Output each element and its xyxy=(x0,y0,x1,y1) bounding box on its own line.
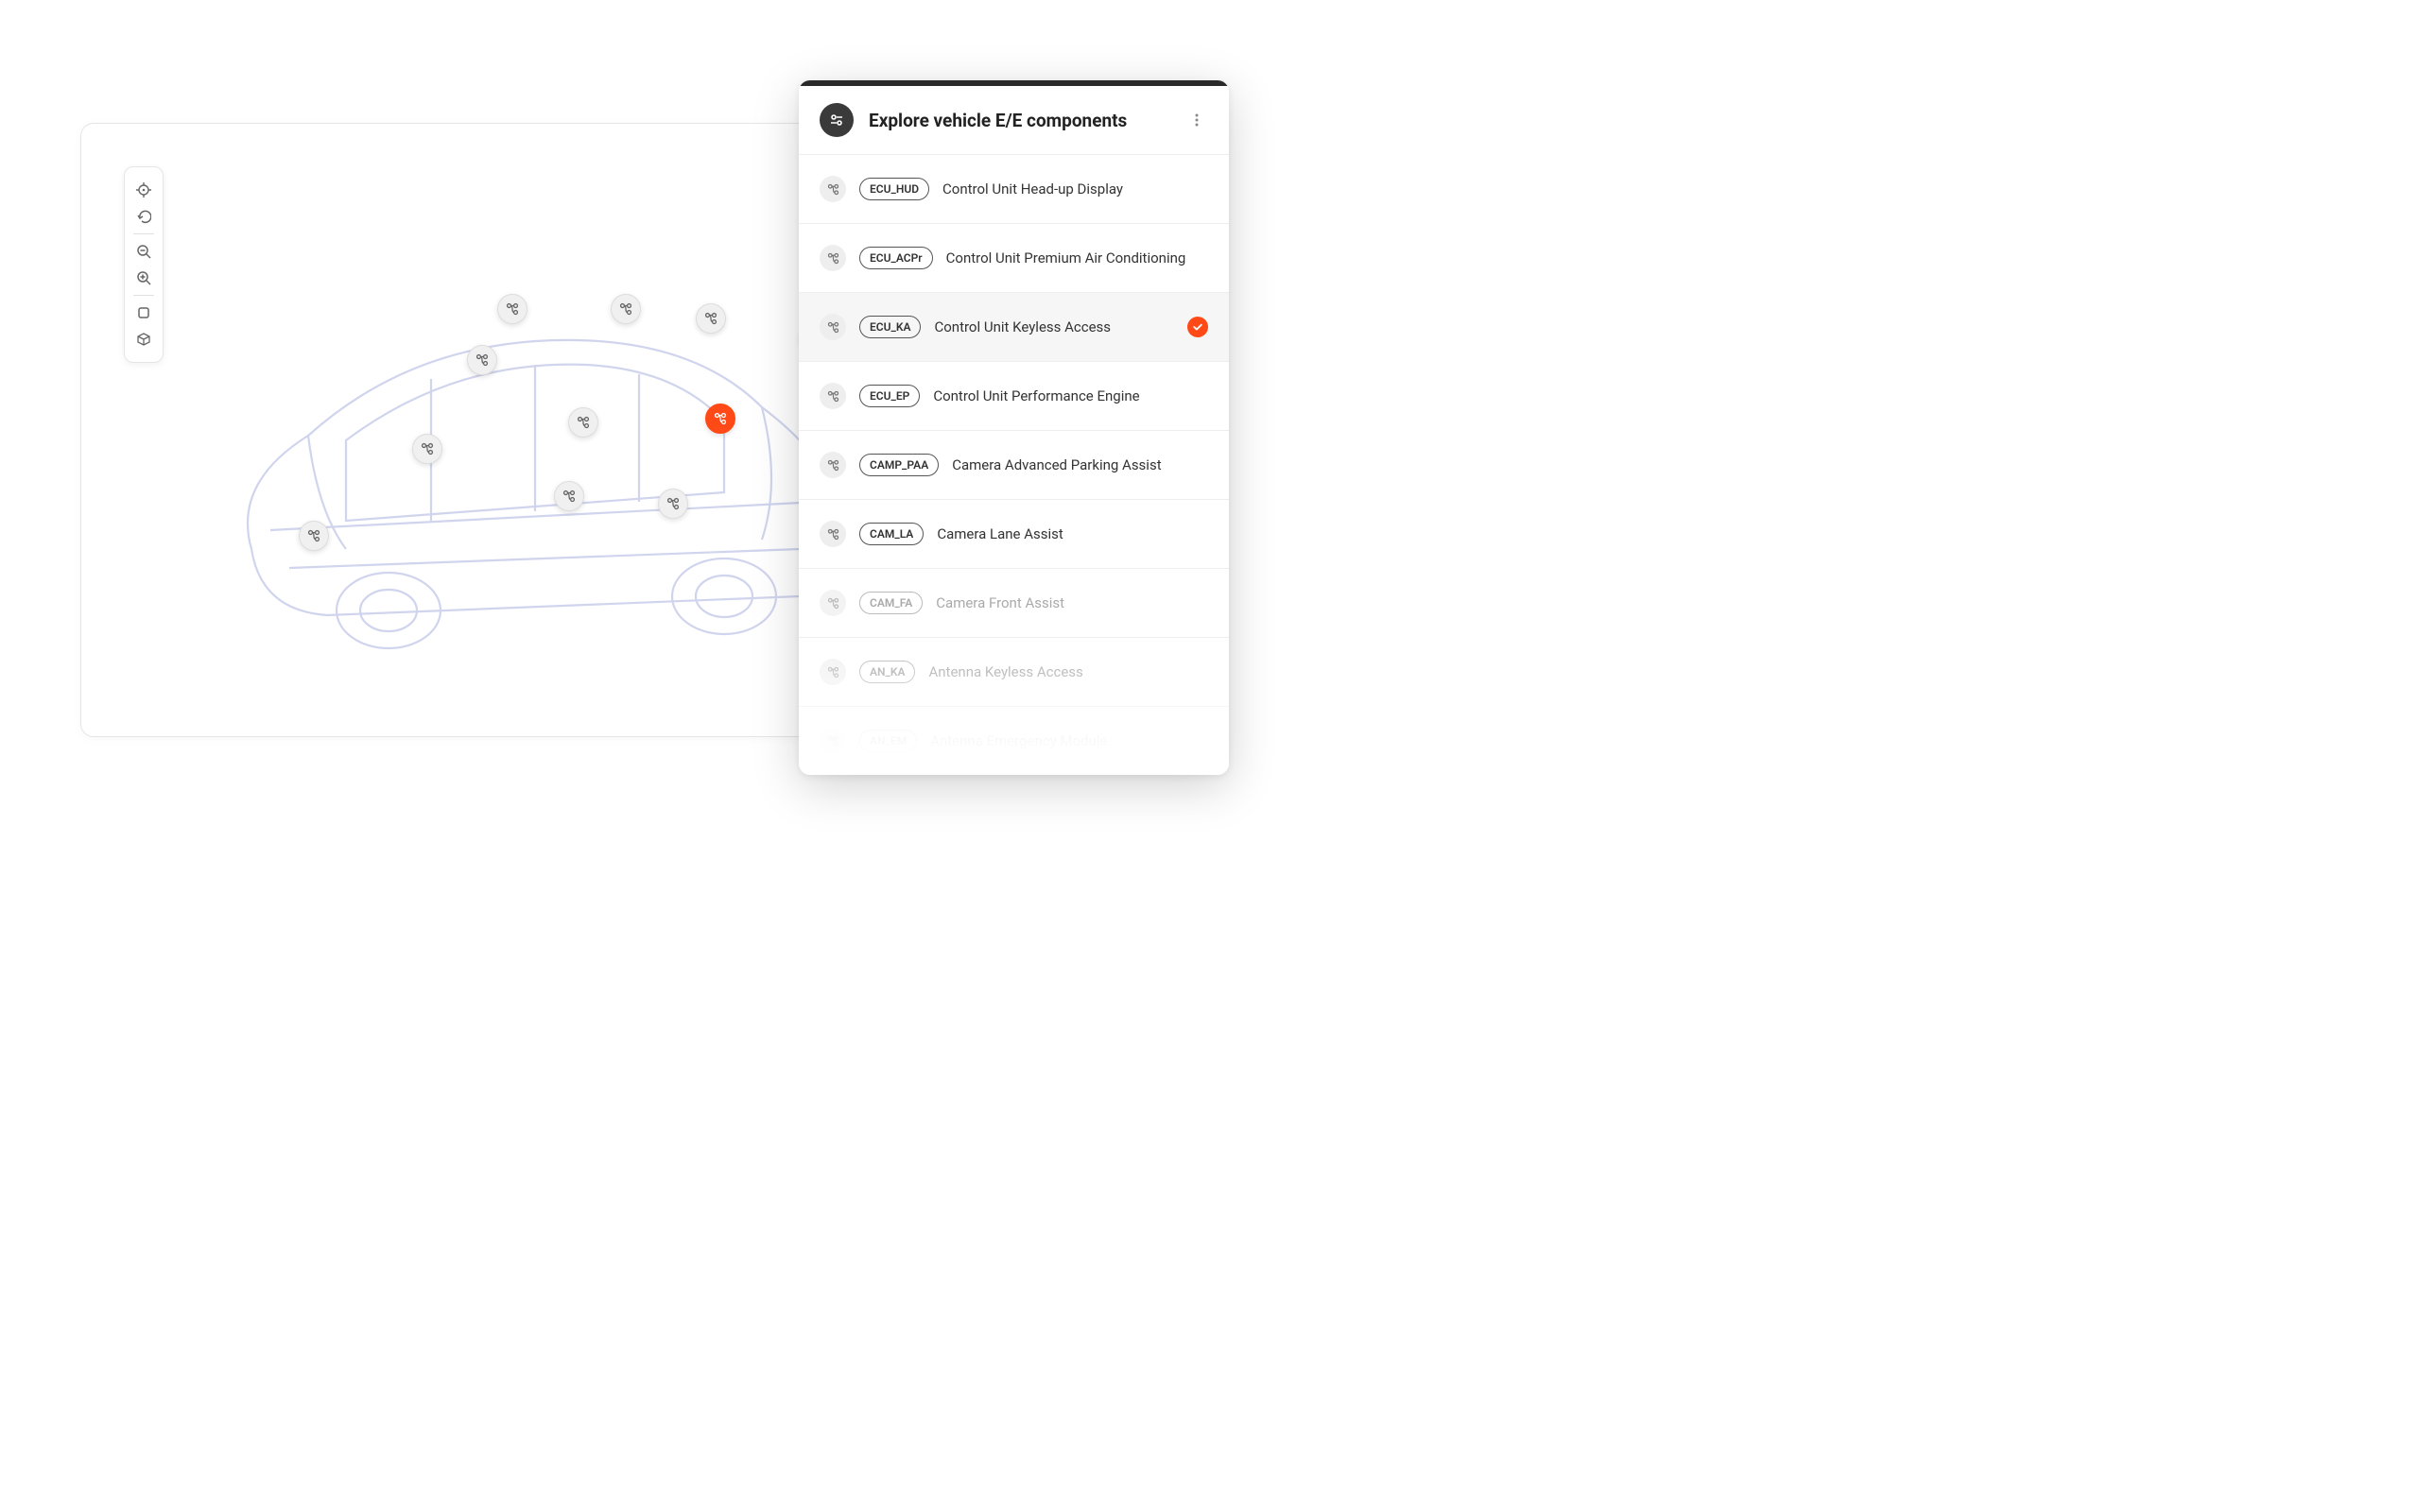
node-icon xyxy=(820,521,846,547)
component-row[interactable]: ECU_KA Control Unit Keyless Access xyxy=(799,293,1229,362)
undo-icon xyxy=(136,209,151,224)
frame-tool[interactable] xyxy=(130,300,157,326)
component-marker[interactable] xyxy=(658,489,688,519)
component-code: CAMP_PAA xyxy=(859,454,939,476)
components-list[interactable]: ECU_HUD Control Unit Head-up Display ECU… xyxy=(799,155,1229,775)
canvas-toolbar xyxy=(124,166,164,363)
component-marker[interactable] xyxy=(299,521,329,551)
component-row[interactable]: ECU_HUD Control Unit Head-up Display xyxy=(799,155,1229,224)
node-icon xyxy=(475,353,489,367)
component-label: Antenna Emergency Module xyxy=(930,732,1208,749)
toolbar-divider xyxy=(133,295,154,296)
component-code: CAM_LA xyxy=(859,523,924,545)
node-icon xyxy=(820,590,846,616)
cube-icon xyxy=(136,332,151,347)
node-icon xyxy=(820,659,846,685)
component-code: AN_EM xyxy=(859,730,917,752)
check-icon xyxy=(1187,317,1208,337)
component-row[interactable]: ECU_EP Control Unit Performance Engine xyxy=(799,362,1229,431)
node-icon xyxy=(820,176,846,202)
component-marker[interactable] xyxy=(497,294,527,324)
component-marker[interactable] xyxy=(611,294,641,324)
node-icon xyxy=(820,728,846,754)
component-marker[interactable] xyxy=(568,407,598,438)
node-icon xyxy=(714,412,727,425)
vehicle-canvas[interactable] xyxy=(80,123,884,737)
undo-tool[interactable] xyxy=(130,203,157,230)
component-label: Control Unit Performance Engine xyxy=(933,387,1208,404)
zoom-in-tool[interactable] xyxy=(130,265,157,291)
component-row[interactable]: ECU_ACPr Control Unit Premium Air Condit… xyxy=(799,224,1229,293)
component-marker[interactable] xyxy=(554,481,584,511)
square-icon xyxy=(136,305,151,320)
component-marker-active[interactable] xyxy=(705,404,735,434)
node-icon xyxy=(619,302,632,316)
node-icon xyxy=(666,497,680,510)
node-icon xyxy=(421,442,434,455)
node-icon xyxy=(820,245,846,271)
vehicle-wireframe xyxy=(195,237,875,662)
component-marker[interactable] xyxy=(696,303,726,334)
zoom-out-tool[interactable] xyxy=(130,238,157,265)
component-marker[interactable] xyxy=(412,434,442,464)
component-code: AN_KA xyxy=(859,661,915,683)
node-icon xyxy=(820,314,846,340)
locate-tool[interactable] xyxy=(130,177,157,203)
node-icon xyxy=(506,302,519,316)
components-panel: Explore vehicle E/E components ECU_HUD C… xyxy=(799,80,1229,775)
component-label: Camera Advanced Parking Assist xyxy=(952,456,1208,473)
component-label: Control Unit Head-up Display xyxy=(942,180,1208,198)
zoom-in-icon xyxy=(136,270,151,285)
panel-menu-button[interactable] xyxy=(1185,109,1208,131)
component-label: Camera Lane Assist xyxy=(937,525,1208,542)
component-row[interactable]: CAMP_PAA Camera Advanced Parking Assist xyxy=(799,431,1229,500)
component-code: CAM_FA xyxy=(859,592,923,614)
zoom-out-icon xyxy=(136,244,151,259)
component-code: ECU_ACPr xyxy=(859,247,933,269)
panel-title: Explore vehicle E/E components xyxy=(869,110,1170,131)
node-icon xyxy=(562,490,576,503)
component-row[interactable]: CAM_LA Camera Lane Assist xyxy=(799,500,1229,569)
component-label: Camera Front Assist xyxy=(936,594,1208,611)
component-code: ECU_HUD xyxy=(859,178,929,200)
component-label: Control Unit Keyless Access xyxy=(934,318,1174,335)
crosshair-icon xyxy=(136,182,151,198)
component-code: ECU_EP xyxy=(859,385,920,407)
component-label: Antenna Keyless Access xyxy=(928,663,1208,680)
view-3d-tool[interactable] xyxy=(130,326,157,352)
node-icon xyxy=(704,312,717,325)
node-icon xyxy=(820,383,846,409)
component-row[interactable]: CAM_FA Camera Front Assist xyxy=(799,569,1229,638)
component-code: ECU_KA xyxy=(859,316,921,338)
settings-icon xyxy=(820,103,854,137)
node-icon xyxy=(577,416,590,429)
component-row[interactable]: AN_EM Antenna Emergency Module xyxy=(799,707,1229,775)
component-marker[interactable] xyxy=(467,345,497,375)
panel-header: Explore vehicle E/E components xyxy=(799,86,1229,155)
node-icon xyxy=(820,452,846,478)
toolbar-divider xyxy=(133,233,154,234)
component-row[interactable]: AN_KA Antenna Keyless Access xyxy=(799,638,1229,707)
component-label: Control Unit Premium Air Conditioning xyxy=(946,249,1208,266)
node-icon xyxy=(307,529,320,542)
